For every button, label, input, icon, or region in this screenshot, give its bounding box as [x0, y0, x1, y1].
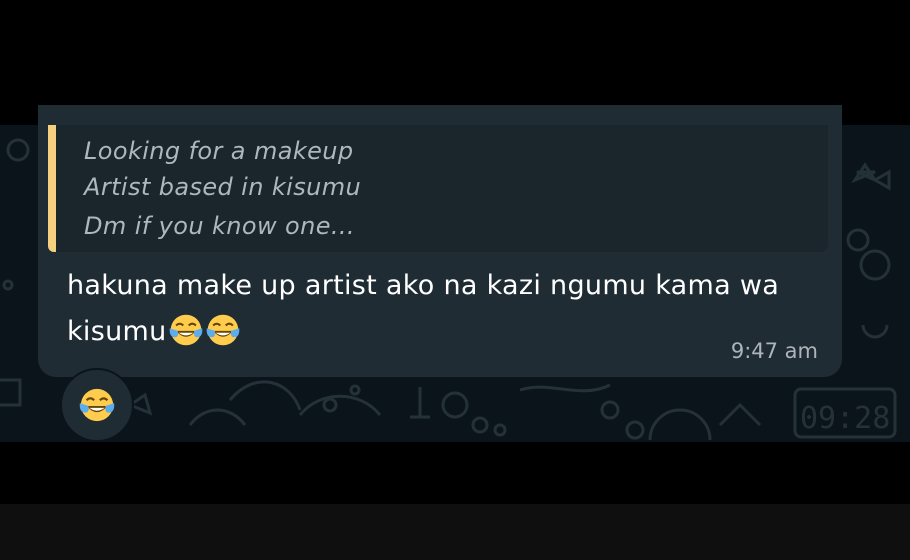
message-text-line-1: hakuna make up artist ako na kazi ngumu …	[67, 270, 780, 301]
top-black-bar	[0, 0, 910, 37]
tears-of-joy-emoji-icon	[79, 388, 115, 422]
quote-accent-bar	[48, 125, 56, 252]
quoted-line-2: Artist based in kisumu	[84, 173, 362, 201]
tears-of-joy-emoji-icon	[169, 314, 202, 346]
message-timestamp: 9:47 am	[730, 339, 818, 363]
svg-text:09:28: 09:28	[800, 401, 890, 436]
bottom-bar	[0, 504, 910, 560]
tears-of-joy-emoji-icon	[206, 314, 239, 346]
bottom-black-band	[0, 442, 910, 504]
reaction-badge[interactable]	[60, 368, 134, 442]
quoted-line-1: Looking for a makeup	[84, 137, 354, 165]
message-text-line-2: kisumu	[67, 312, 241, 348]
message-text-word: kisumu	[67, 316, 167, 347]
quoted-line-3: Dm if you know one...	[84, 212, 355, 240]
